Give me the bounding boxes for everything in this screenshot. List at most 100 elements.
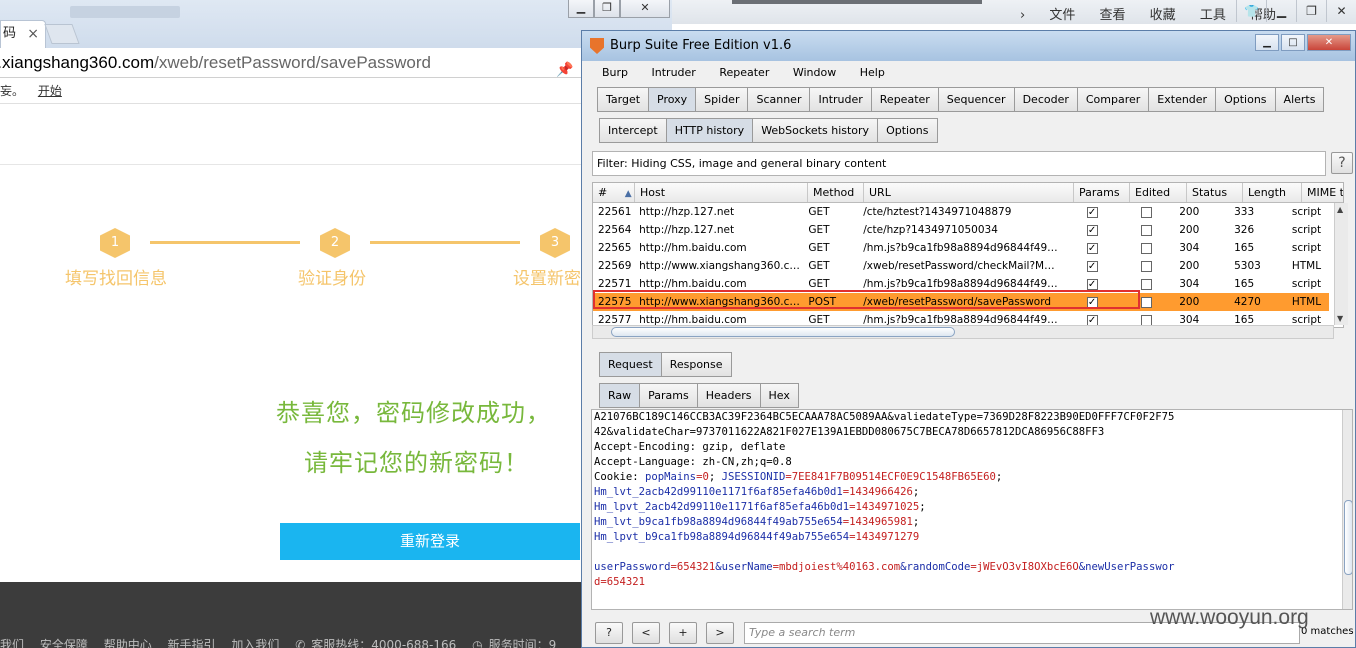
tab-proxy[interactable]: Proxy [649, 87, 697, 112]
sort-asc-icon: ▲ [624, 189, 632, 199]
tab-target[interactable]: Target [597, 87, 650, 112]
scroll-up-icon[interactable]: ▲ [1337, 205, 1343, 214]
menu-burp[interactable]: Burp [602, 66, 628, 79]
close-tab-icon[interactable]: × [27, 21, 39, 47]
cell-edited [1118, 257, 1174, 275]
blurred-tab-title [70, 6, 180, 18]
tab-headers[interactable]: Headers [697, 383, 761, 408]
bookmark-item[interactable]: 妄。 [0, 84, 24, 98]
col-edited[interactable]: Edited [1130, 183, 1187, 202]
col-url[interactable]: URL [864, 183, 1074, 202]
menu-file[interactable]: 文件 [1049, 8, 1075, 23]
tab-proxy-options[interactable]: Options [878, 118, 938, 143]
menu-tools[interactable]: 工具 [1200, 8, 1226, 23]
relogin-button[interactable]: 重新登录 [280, 523, 580, 560]
tab-raw[interactable]: Raw [599, 383, 641, 408]
maximize-icon[interactable]: □ [1281, 34, 1305, 51]
tab-repeater[interactable]: Repeater [871, 87, 939, 112]
help-icon[interactable]: ? [1331, 152, 1353, 174]
search-add-button[interactable]: + [669, 622, 697, 644]
close-icon[interactable]: ✕ [1326, 0, 1356, 22]
raw-request-editor[interactable]: A21076BC189C146CCB3AC39F2364BC5ECAAA78AC… [591, 409, 1353, 610]
search-prev-button[interactable]: < [632, 622, 660, 644]
minimize-icon[interactable]: ▁ [1266, 0, 1296, 22]
footer-link[interactable]: 帮助中心 [104, 638, 152, 648]
minimize-icon[interactable]: ▁ [1255, 34, 1279, 51]
tab-extender[interactable]: Extender [1149, 87, 1217, 112]
tab-intercept[interactable]: Intercept [599, 118, 667, 143]
restore-icon[interactable]: ❐ [1296, 0, 1326, 22]
scroll-down-icon[interactable]: ▼ [1337, 314, 1343, 323]
menu-repeater[interactable]: Repeater [719, 66, 769, 79]
table-row[interactable]: 22564 http://hzp.127.net GET/cte/hzp?14349… [593, 221, 1329, 239]
close-icon[interactable]: ✕ [1307, 34, 1351, 51]
cell-length: 165 [1234, 242, 1255, 254]
tab-response[interactable]: Response [661, 352, 732, 377]
menu-view[interactable]: 查看 [1100, 8, 1126, 23]
shirt-icon[interactable]: 👕 [1236, 0, 1266, 22]
cell-status: 200 [1179, 260, 1200, 272]
address-bar[interactable]: v.xiangshang360.com/xweb/resetPassword/s… [0, 48, 672, 78]
cell-mime: script [1291, 206, 1322, 218]
restore-icon[interactable]: ❐ [594, 0, 620, 18]
edited-checkbox-icon [1141, 206, 1153, 218]
tab-intruder[interactable]: Intruder [810, 87, 872, 112]
search-help-button[interactable]: ? [595, 622, 623, 644]
tab-request[interactable]: Request [599, 352, 662, 377]
params-checkbox-icon: ✓ [1086, 206, 1098, 218]
tab-comparer[interactable]: Comparer [1077, 87, 1150, 112]
filter-bar[interactable]: Filter: Hiding CSS, image and general bi… [592, 151, 1326, 176]
col-num[interactable]: # ▲ [593, 183, 635, 202]
table-row[interactable]: 22569 http://www.xiangshang360.com GET/xwe… [593, 257, 1329, 275]
tab-scanner[interactable]: Scanner [748, 87, 811, 112]
scroll-thumb[interactable] [1344, 500, 1352, 575]
table-vertical-scrollbar[interactable]: ▲ ▼ [1334, 203, 1348, 325]
editor-scrollbar[interactable] [1342, 410, 1352, 609]
col-host[interactable]: Host [635, 183, 808, 202]
chevron-right-icon[interactable]: › [1020, 8, 1025, 23]
tab-decoder[interactable]: Decoder [1014, 87, 1078, 112]
menu-window[interactable]: Window [793, 66, 836, 79]
minimize-icon[interactable]: ▁ [568, 0, 594, 18]
cell-mime: script [1291, 242, 1322, 254]
tab-websockets-history[interactable]: WebSockets history [753, 118, 879, 143]
step-connector [150, 241, 300, 244]
table-row[interactable]: 22565 http://hm.baidu.com GET/hm.js?b9ca1f… [593, 239, 1329, 257]
tab-hex[interactable]: Hex [760, 383, 799, 408]
tab-spider[interactable]: Spider [696, 87, 749, 112]
page-header [0, 105, 672, 165]
tab-alerts[interactable]: Alerts [1275, 87, 1325, 112]
page-footer: 我们 安全保障 帮助中心 新手指引 加入我们 ✆ 客服热线：4000-688-16… [0, 582, 672, 648]
params-checkbox-icon: ✓ [1086, 260, 1098, 272]
cell-url: /xweb/resetPassword/checkMail?MMail... [863, 260, 1064, 272]
col-status[interactable]: Status [1187, 183, 1243, 202]
footer-link[interactable]: 安全保障 [40, 638, 88, 648]
tab-params[interactable]: Params [640, 383, 698, 408]
menu-intruder[interactable]: Intruder [652, 66, 696, 79]
footer-link[interactable]: 我们 [0, 638, 24, 648]
scroll-thumb[interactable] [611, 327, 955, 337]
tab-http-history[interactable]: HTTP history [666, 118, 754, 143]
col-params[interactable]: Params [1074, 183, 1130, 202]
close-icon[interactable]: ✕ [620, 0, 670, 18]
menu-favorites[interactable]: 收藏 [1150, 8, 1176, 23]
table-row[interactable]: 22561 http://hzp.127.net GET/cte/hztest?14… [593, 203, 1329, 221]
search-next-button[interactable]: > [706, 622, 734, 644]
tab-sequencer[interactable]: Sequencer [938, 87, 1015, 112]
burp-titlebar: Burp Suite Free Edition v1.6 ▁ □ ✕ [582, 31, 1355, 61]
table-header: # ▲ Host Method URL Params Edited Status… [593, 183, 1343, 203]
request-response-tabs: Request Response [599, 352, 732, 377]
table-horizontal-scrollbar[interactable] [592, 325, 1334, 339]
col-method[interactable]: Method [808, 183, 864, 202]
host-window-edge [732, 0, 982, 4]
tab-options[interactable]: Options [1216, 87, 1276, 112]
col-mime[interactable]: MIME ty [1302, 183, 1343, 202]
new-tab-button[interactable] [44, 24, 80, 44]
browser-tab[interactable]: 码 × [0, 20, 46, 48]
col-length[interactable]: Length [1243, 183, 1302, 202]
footer-link[interactable]: 新手指引 [168, 638, 216, 648]
bookmark-start-link[interactable]: 开始 [38, 84, 62, 98]
footer-link[interactable]: 加入我们 [231, 638, 279, 648]
menu-help[interactable]: Help [860, 66, 885, 79]
burp-main-tabs: Target Proxy Spider Scanner Intruder Rep… [597, 87, 1325, 112]
